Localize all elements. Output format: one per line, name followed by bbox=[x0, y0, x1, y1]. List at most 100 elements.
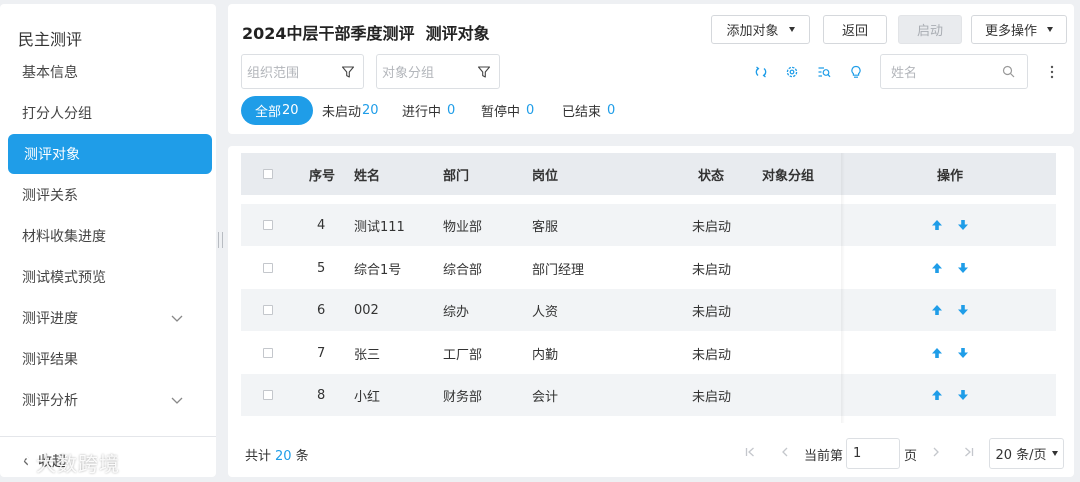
add-target-label: 添加对象 bbox=[726, 24, 779, 39]
next-page-icon[interactable] bbox=[930, 446, 942, 458]
select-all-checkbox[interactable] bbox=[263, 169, 273, 179]
total-number: 20 bbox=[275, 449, 292, 464]
chevron-down-icon bbox=[171, 315, 183, 322]
chevron-down-icon bbox=[171, 397, 183, 404]
total-suffix: 条 bbox=[295, 449, 309, 464]
caret-down-icon bbox=[1047, 27, 1053, 32]
start-button[interactable]: 启动 bbox=[898, 15, 962, 44]
table-row[interactable]: 7 张三 工厂部 内勤 未启动 bbox=[241, 332, 1056, 374]
sidebar-item-label: 打分人分组 bbox=[22, 106, 92, 122]
sidebar-item-evaluation-targets[interactable]: 测评对象 bbox=[8, 134, 212, 174]
table-row[interactable]: 4 测试111 物业部 客服 未启动 bbox=[241, 204, 1056, 246]
total-count: 共计 20 条 bbox=[245, 445, 309, 464]
cell-status: 未启动 bbox=[692, 347, 732, 363]
sidebar-item-evaluation-analysis[interactable]: 测评分析 bbox=[8, 380, 212, 420]
tab-count: 0 bbox=[447, 103, 456, 118]
column-header-target-group[interactable]: 对象分组 bbox=[762, 153, 814, 195]
sidebar-item-material-progress[interactable]: 材料收集进度 bbox=[8, 216, 212, 256]
cell-department: 财务部 bbox=[443, 389, 483, 405]
move-up-icon[interactable] bbox=[931, 347, 943, 359]
add-target-button[interactable]: 添加对象 bbox=[711, 15, 810, 44]
refresh-icon[interactable] bbox=[754, 65, 768, 79]
move-down-icon[interactable] bbox=[957, 304, 969, 316]
org-scope-filter[interactable]: 组织范围 bbox=[241, 54, 364, 89]
last-page-icon[interactable] bbox=[963, 446, 975, 458]
sidebar-item-evaluation-relations[interactable]: 测评关系 bbox=[8, 175, 212, 215]
start-label: 启动 bbox=[916, 24, 943, 39]
more-actions-button[interactable]: 更多操作 bbox=[971, 15, 1067, 44]
column-header-number[interactable]: 序号 bbox=[309, 153, 335, 195]
org-scope-placeholder: 组织范围 bbox=[247, 66, 300, 81]
sidebar-item-evaluation-progress[interactable]: 测评进度 bbox=[8, 298, 212, 338]
move-down-icon[interactable] bbox=[957, 219, 969, 231]
tab-all[interactable]: 全部 20 bbox=[241, 96, 313, 125]
cell-department: 物业部 bbox=[443, 219, 483, 235]
cell-number: 6 bbox=[317, 302, 326, 318]
row-checkbox[interactable] bbox=[263, 390, 273, 400]
sidebar-title: 民主测评 bbox=[18, 30, 83, 49]
move-down-icon[interactable] bbox=[957, 262, 969, 274]
name-search-placeholder: 姓名 bbox=[891, 66, 918, 81]
column-header-position[interactable]: 岗位 bbox=[532, 153, 558, 195]
page-unit-label: 页 bbox=[904, 449, 918, 464]
table-row[interactable]: 6 002 综办 人资 未启动 bbox=[241, 289, 1056, 331]
search-icon[interactable] bbox=[1002, 65, 1015, 78]
header-panel: 2024中层干部季度测评 测评对象 添加对象 返回 启动 更多操作 组织范围 对… bbox=[228, 4, 1074, 134]
sidebar-item-label: 测试模式预览 bbox=[22, 270, 106, 286]
move-down-icon[interactable] bbox=[957, 347, 969, 359]
current-page-input[interactable] bbox=[846, 438, 900, 469]
row-checkbox[interactable] bbox=[263, 263, 273, 273]
cell-name: 张三 bbox=[354, 347, 381, 363]
kebab-menu-icon[interactable] bbox=[1050, 64, 1054, 80]
tab-label: 未启动 bbox=[322, 105, 362, 120]
tab-label: 进行中 bbox=[402, 105, 442, 120]
cell-name: 002 bbox=[354, 302, 379, 318]
tab-not-started[interactable]: 未启动 20 bbox=[322, 96, 379, 125]
sidebar-item-label: 基本信息 bbox=[22, 65, 78, 81]
cell-position: 内勤 bbox=[532, 347, 559, 363]
cell-position: 人资 bbox=[532, 304, 559, 320]
sidebar-item-label: 测评对象 bbox=[24, 147, 80, 163]
move-up-icon[interactable] bbox=[931, 262, 943, 274]
row-checkbox[interactable] bbox=[263, 220, 273, 230]
sidebar-item-test-preview[interactable]: 测试模式预览 bbox=[8, 257, 212, 297]
move-down-icon[interactable] bbox=[957, 389, 969, 401]
cell-position: 客服 bbox=[532, 219, 559, 235]
move-up-icon[interactable] bbox=[931, 219, 943, 231]
search-list-icon[interactable] bbox=[817, 65, 831, 79]
tab-finished[interactable]: 已结束 0 bbox=[562, 96, 615, 125]
tab-count: 20 bbox=[282, 103, 299, 118]
back-button[interactable]: 返回 bbox=[823, 15, 887, 44]
sidebar-item-basic-info[interactable]: 基本信息 bbox=[8, 52, 212, 92]
target-group-filter[interactable]: 对象分组 bbox=[376, 54, 500, 89]
page-size-select[interactable]: 20 条/页 bbox=[989, 438, 1064, 469]
tab-paused[interactable]: 暂停中 0 bbox=[481, 96, 534, 125]
row-checkbox[interactable] bbox=[263, 305, 273, 315]
total-prefix: 共计 bbox=[245, 449, 272, 464]
current-page-label: 当前第 bbox=[804, 449, 844, 464]
table-row[interactable]: 5 综合1号 综合部 部门经理 未启动 bbox=[241, 247, 1056, 289]
tab-in-progress[interactable]: 进行中 0 bbox=[402, 96, 455, 125]
cell-status: 未启动 bbox=[692, 262, 732, 278]
more-actions-label: 更多操作 bbox=[984, 24, 1037, 39]
table-row[interactable]: 8 小红 财务部 会计 未启动 bbox=[241, 374, 1056, 416]
cell-status: 未启动 bbox=[692, 389, 732, 405]
row-checkbox[interactable] bbox=[263, 348, 273, 358]
move-up-icon[interactable] bbox=[931, 389, 943, 401]
page-title: 2024中层干部季度测评 测评对象 bbox=[242, 24, 490, 43]
first-page-icon[interactable] bbox=[744, 446, 756, 458]
name-search-input[interactable]: 姓名 bbox=[880, 54, 1028, 89]
column-header-status[interactable]: 状态 bbox=[698, 153, 724, 195]
move-up-icon[interactable] bbox=[931, 304, 943, 316]
sidebar-item-label: 测评结果 bbox=[22, 352, 78, 368]
column-header-department[interactable]: 部门 bbox=[443, 153, 469, 195]
prev-page-icon[interactable] bbox=[779, 446, 791, 458]
sidebar-item-evaluation-results[interactable]: 测评结果 bbox=[8, 339, 212, 379]
sidebar-resize-handle[interactable] bbox=[218, 232, 223, 248]
lightbulb-icon[interactable] bbox=[849, 65, 863, 79]
sidebar-item-label: 测评分析 bbox=[22, 393, 78, 409]
settings-icon[interactable] bbox=[785, 65, 799, 79]
column-header-name[interactable]: 姓名 bbox=[354, 153, 380, 195]
sidebar-item-rater-groups[interactable]: 打分人分组 bbox=[8, 93, 212, 133]
tab-label: 已结束 bbox=[562, 105, 602, 120]
